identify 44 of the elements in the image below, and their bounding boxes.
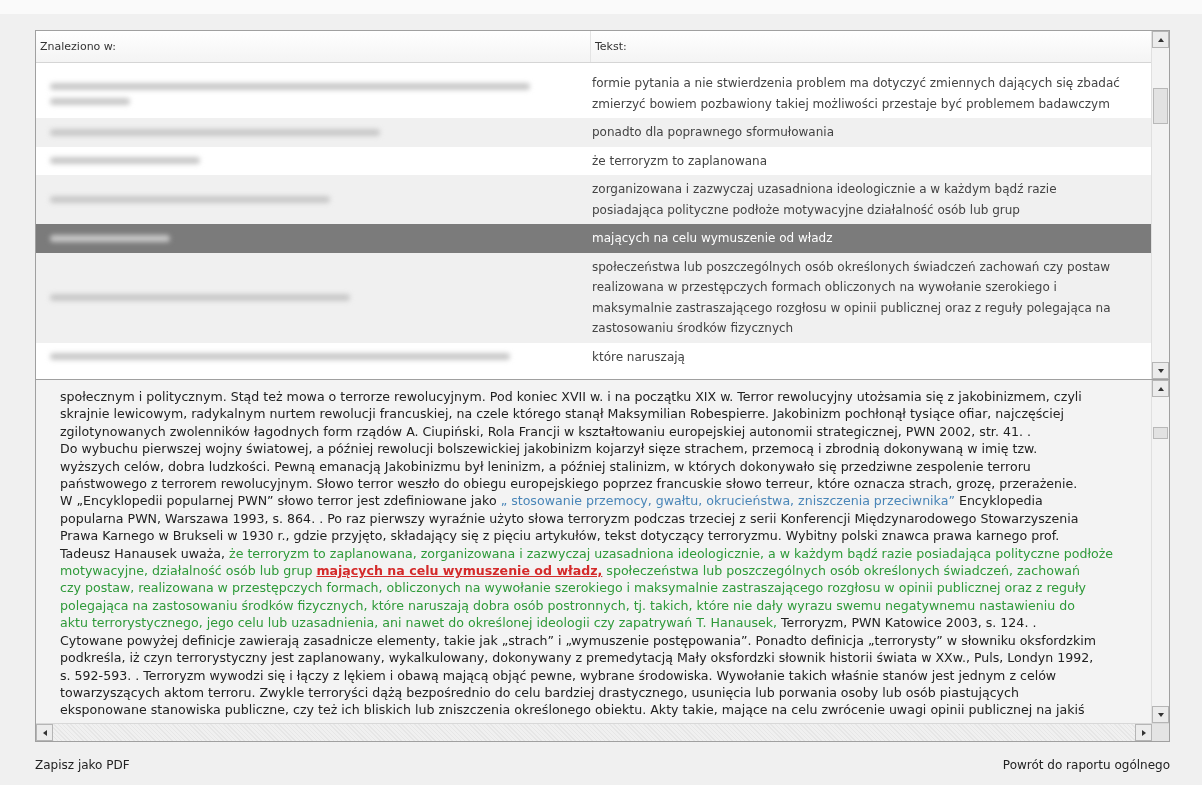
table-cell-text: że terroryzm to zaplanowana	[591, 152, 769, 170]
text-line: wyższych celów, dobra ludzkości. Pewną emanacją Jakobinizmu był leninizm, a później stalinizm, w których dokonywało się przedziwne zespolenie terroru	[60, 457, 1032, 476]
text-line: Tadeusz Hanausek uważa, że terroryzm to zaplanowana, zorganizowana i zazwyczaj uzasadniona ideologicznie, a w każdym bądź razie posiadająca polityczne podłoże	[60, 544, 1115, 563]
table-cell-text: mających na celu wymuszenie od władz	[591, 230, 834, 247]
back-to-report-link[interactable]: Powrót do raportu ogólnego	[1002, 758, 1170, 772]
text-line: czy postaw, realizowana w przestępczych formach, obliczonych na wywołanie szerokiego i maksymalnie zastraszającego rozgłosu w opinii publicznej oraz z reguły	[60, 579, 1088, 597]
table-cell-text: formie pytania a nie stwierdzenia problem ma dotyczyć zmiennych dających się zbadać zmierzyć bowiem pozbawiony takiej możliwości przestaje być problemem badawczym	[591, 75, 1121, 113]
down-arrow-icon	[1156, 366, 1165, 375]
result-row[interactable]: zorganizowana i zazwyczaj uzasadniona ideologicznie a w każdym bądź razie posiadająca polityczne podłoże motywacyjne działalność osób lub grup	[36, 175, 1151, 224]
text-line: Prawa Karnego w Brukseli w 1930 r., gdzie przyjęto, składający się z pięciu artykułów, tekst dotyczący terroryzmu. Wybitny polski znawca prawa karnego prof.	[60, 527, 1061, 545]
text-line: podkreśla, iż czyn terrorystyczny jest zaplanowany, wykalkulowany, dokonywany z premedytacją Mały oksfordzki słownik historii świata w XXw., Puls, Londyn 1992,	[60, 649, 1095, 667]
scroll-left-button[interactable]	[36, 724, 53, 741]
result-row[interactable]: ponadto dla poprawnego sformułowania	[36, 118, 1151, 147]
scrollbar-thumb[interactable]	[1153, 88, 1168, 124]
text-line: społecznym i politycznym. Stąd też mowa o terrorze rewolucyjnym. Pod koniec XVII w. i na początku XIX w. Terror rewolucyjny utożsamia się z jakobinizmem, czyli	[60, 388, 1083, 406]
scroll-down-button[interactable]	[1152, 706, 1169, 723]
result-row[interactable]	[36, 252, 1151, 343]
text-line: zgilotynowanych zwolenników łagodnych form rządów A. Ciupiński, Rola Francji w kształtowaniu europejskiej autonomii strategicznej, PWN 2002, str. 41. .	[60, 422, 1032, 441]
text-line: polegająca na zastosowaniu środków fizycznych, które naruszają dobra osób postronnych, tj. takich, które nie dały wyrazu swemu negatywnemu nastawieniu do	[60, 596, 1076, 615]
scrollbar-thumb[interactable]	[1153, 427, 1168, 439]
table-cell-text: społeczeństwa lub poszczególnych osób określonych świadczeń zachowań czy postaw realizowana w przestępczych formach obliczonych na wywołanie szerokiego i maksymalnie zastraszającego rozgłosu w opinii publicznej oraz z reguły polegająca na zastosowaniu środków fizycznych	[591, 258, 1112, 337]
scroll-up-button[interactable]	[1152, 380, 1169, 397]
text-line: Do wybuchu pierwszej wojny światowej, a później rewolucji bolszewickiej jakobinizm kojarzył sięze strachem, przemocą i zbrodnią dokonywaną w imię tzw.	[60, 440, 1039, 458]
down-arrow-icon	[1156, 710, 1165, 719]
text-line: aktu terrorystycznego, jego celu lub uzasadnienia, ani nawet do określonej ideologii czy zapatrywań T. Hanausek, Terroryzm, PWN Katowice 2003, s. 124. .	[60, 614, 1038, 632]
text-line: Cytowane powyżej definicje zawierają zasadnicze elementy, takie jak „strach” i „wymuszenie postępowania”. Ponadto definicja „terrorysty” w słowniku oksfordzkim	[60, 631, 1097, 650]
table-cell-text: które naruszają	[591, 348, 686, 366]
text-line: towarzyszących aktom terroru. Zwykle terroryści dążą bezpośrednio do celu bardziej drastycznego, usunięcia lub porwania osoby lub osób piastujących	[60, 683, 1020, 702]
text-line: popularna PWN, Warszawa 1993, s. 864. . Po raz pierwszy wyraźnie użyto słowa terroryzm podczas trzeciej z serii Konferencji Międzynarodowego Stowarzyszenia	[60, 509, 1080, 528]
text-line: eksponowane stanowiska publiczne, czy też ich bliskich lub zniszczenia określonego obiektu. Akty takie, mające na celu zwrócenie uwagi opinii publicznej na jakiś	[60, 701, 1086, 719]
scroll-down-button[interactable]	[1152, 362, 1169, 379]
column-header[interactable]: Znaleziono w:	[36, 31, 590, 62]
text-line: skrajnie lewicowym, radykalnym nurtem rewolucji francuskiej, na czele którego stanął Maksymilian Robespierre. Jakobinizm pochłonął tysiące ofiar, najczęściej	[60, 405, 1066, 423]
scroll-right-button[interactable]	[1135, 724, 1152, 741]
scroll-up-button[interactable]	[1152, 31, 1169, 48]
text-line: W „Encyklopedii popularnej PWN” słowo terror jest zdefiniowane jako „ stosowanie przemocy, gwałtu, okrucieństwa, zniszczenia przeciwnika” Encyklopedia	[60, 492, 1044, 510]
right-arrow-icon	[1139, 728, 1148, 737]
text-line: państwowego z terrorem rewolucyjnym. Słowo terror weszło do obiegu europejskiego poprzez francuskie słowo terreur, które oznacza strach, grozę, przerażenie.	[60, 475, 1079, 493]
save-pdf-link[interactable]: Zapisz jako PDF	[35, 758, 130, 772]
text-line: s. 592-593. . Terroryzm wywodzi się i łączy z lękiem i obawą mającą objąć pewne, wybrane środowiska. Wywołanie takich właśnie stanów jest jednym z celów	[60, 666, 1058, 684]
result-row[interactable]: mających na celu wymuszenie od władz	[36, 224, 1151, 253]
table-cell-text: ponadto dla poprawnego sformułowania	[591, 124, 835, 141]
text-line: motywacyjne, działalność osób lub grup mających na celu wymuszenie od władz, społeczeństwa lub poszczególnych osób określonych świadczeń, zachowań	[60, 562, 1081, 580]
table-cell-text: zorganizowana i zazwyczaj uzasadniona ideologicznie a w każdym bądź razie posiadająca polityczne podłoże motywacyjne działalność osób lub grup	[591, 181, 1058, 219]
